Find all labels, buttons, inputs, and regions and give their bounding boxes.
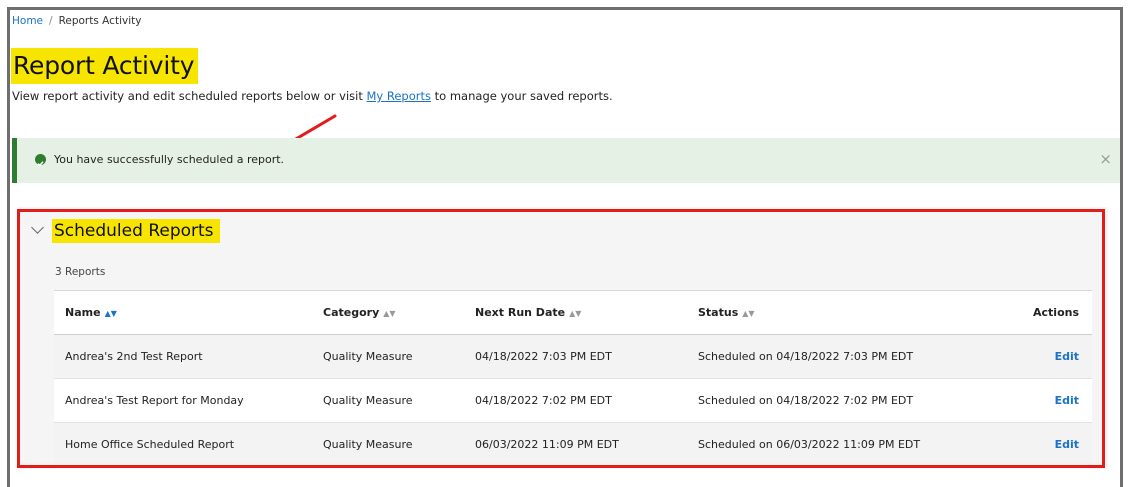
status-cell: Scheduled on 04/18/2022 7:03 PM EDT bbox=[698, 334, 999, 379]
breadcrumb-current: Reports Activity bbox=[58, 15, 142, 27]
next-run-date-cell: 06/03/2022 11:09 PM EDT bbox=[475, 422, 698, 467]
status-cell: Scheduled on 06/03/2022 11:09 PM EDT bbox=[698, 422, 999, 467]
column-header-category[interactable]: Category ▲▼ bbox=[323, 290, 475, 335]
column-header-name-label: Name bbox=[65, 306, 101, 319]
success-message: You have successfully scheduled a report… bbox=[54, 153, 285, 166]
my-reports-link[interactable]: My Reports bbox=[367, 89, 432, 103]
column-header-status[interactable]: Status ▲▼ bbox=[698, 290, 999, 335]
scheduled-reports-table: Name ▲▼ Category ▲▼ Next Run Date ▲▼ Status… bbox=[54, 290, 1092, 467]
breadcrumb: Home / Reports Activity bbox=[12, 15, 141, 27]
edit-button[interactable]: Edit bbox=[1055, 350, 1079, 363]
page-subtitle: View report activity and edit scheduled … bbox=[12, 89, 613, 103]
close-icon[interactable]: × bbox=[1099, 150, 1112, 168]
column-header-status-label: Status bbox=[698, 306, 739, 319]
breadcrumb-separator: / bbox=[49, 15, 53, 27]
subtitle-text-before: View report activity and edit scheduled … bbox=[12, 89, 367, 103]
category-cell: Quality Measure bbox=[323, 334, 475, 379]
breadcrumb-home-link[interactable]: Home bbox=[12, 15, 43, 27]
column-header-next-run-date[interactable]: Next Run Date ▲▼ bbox=[475, 290, 698, 335]
report-name-cell: Andrea's 2nd Test Report bbox=[54, 334, 323, 379]
subtitle-text-after: to manage your saved reports. bbox=[431, 89, 613, 103]
actions-cell: Edit bbox=[999, 334, 1092, 379]
next-run-date-cell: 04/18/2022 7:02 PM EDT bbox=[475, 378, 698, 423]
report-name-cell: Andrea's Test Report for Monday bbox=[54, 378, 323, 423]
category-cell: Quality Measure bbox=[323, 422, 475, 467]
category-cell: Quality Measure bbox=[323, 378, 475, 423]
report-name-cell: Home Office Scheduled Report bbox=[54, 422, 323, 467]
actions-cell: Edit bbox=[999, 378, 1092, 423]
table-row: Home Office Scheduled Report Quality Mea… bbox=[54, 422, 1092, 467]
section-title[interactable]: Scheduled Reports bbox=[52, 219, 220, 243]
next-run-date-cell: 04/18/2022 7:03 PM EDT bbox=[475, 334, 698, 379]
table-row: Andrea's Test Report for Monday Quality … bbox=[54, 378, 1092, 423]
sort-icon[interactable]: ▲▼ bbox=[383, 309, 395, 318]
edit-button[interactable]: Edit bbox=[1055, 438, 1079, 451]
status-cell: Scheduled on 04/18/2022 7:02 PM EDT bbox=[698, 378, 999, 423]
edit-button[interactable]: Edit bbox=[1055, 394, 1079, 407]
table-header-row: Name ▲▼ Category ▲▼ Next Run Date ▲▼ Status… bbox=[54, 290, 1092, 335]
sort-icon[interactable]: ▲▼ bbox=[569, 309, 581, 318]
check-circle-icon bbox=[35, 154, 46, 167]
table-row: Andrea's 2nd Test Report Quality Measure… bbox=[54, 334, 1092, 379]
page-title: Report Activity bbox=[11, 48, 199, 84]
column-header-actions: Actions bbox=[999, 290, 1092, 335]
actions-cell: Edit bbox=[999, 422, 1092, 467]
success-alert: You have successfully scheduled a report… bbox=[12, 138, 1120, 183]
sort-icon[interactable]: ▲▼ bbox=[105, 309, 117, 318]
report-count: 3 Reports bbox=[55, 266, 106, 278]
column-header-name[interactable]: Name ▲▼ bbox=[54, 290, 323, 335]
column-header-category-label: Category bbox=[323, 306, 380, 319]
column-header-next-run-label: Next Run Date bbox=[475, 306, 566, 319]
sort-icon[interactable]: ▲▼ bbox=[742, 309, 754, 318]
